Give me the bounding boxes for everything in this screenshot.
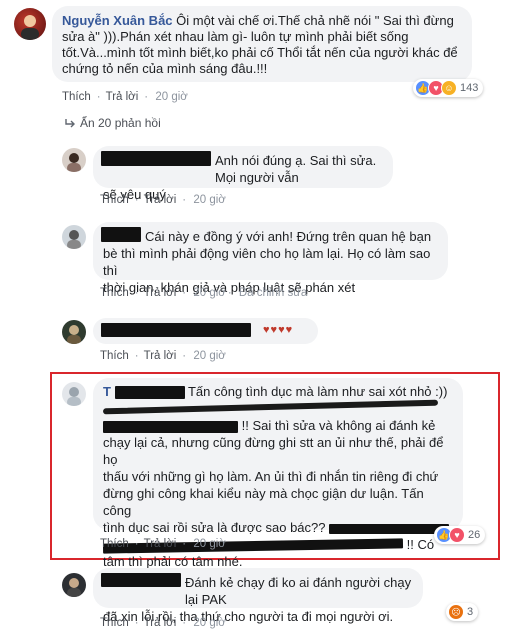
reply-bubble-3: ♥♥♥♥ [93, 318, 318, 344]
reply-arrow-icon [65, 119, 75, 128]
avatar-reply-1[interactable] [62, 148, 86, 172]
profile-photo-icon [67, 153, 81, 172]
love-icon: ♥ [449, 527, 465, 543]
profile-photo-icon [67, 325, 81, 344]
reply-text: Đánh kẻ chạy đi ko ai đánh người chạy lạ… [185, 575, 412, 607]
like-button[interactable]: Thích [100, 538, 129, 550]
comment-text-line: sửa à" ))).Phán xét nhau làm gì- luôn tự… [62, 29, 409, 44]
timestamp[interactable]: 20 giờ [193, 350, 225, 362]
redacted-text [101, 323, 251, 337]
reply-bubble-4: T Tấn công tình dục mà làm như sai xót n… [93, 378, 463, 569]
reply-button[interactable]: Trả lời [144, 287, 177, 299]
reply-text: Tấn công tình dục mà làm như sai xót nhỏ… [187, 384, 448, 399]
reply-bubble-1: Anh nói đúng ạ. Sai thì sửa. Mọi người v… [93, 146, 393, 202]
reaction-count: 26 [468, 529, 481, 541]
hide-replies-link[interactable]: Ẩn 20 phản hồi [64, 116, 161, 130]
reply-text: thấu với những gì họ làm. An ủi thì đi n… [103, 469, 439, 484]
reaction-count: 3 [467, 606, 474, 618]
redacted-text [103, 420, 238, 433]
reply-button[interactable]: Trả lời [144, 194, 177, 206]
reply-button[interactable]: Trả lời [144, 350, 177, 362]
timestamp[interactable]: 20 giờ [155, 91, 187, 103]
timestamp[interactable]: 20 giờ [193, 287, 225, 299]
comment-author[interactable]: Nguyễn Xuân Bắc [62, 13, 173, 28]
reaction-summary[interactable]: 👍 ♥ 26 [434, 526, 486, 544]
reply-text: !! Có [406, 537, 435, 552]
avatar-reply-5[interactable] [62, 573, 86, 597]
timestamp[interactable]: 20 giờ [193, 194, 225, 206]
redacted-name [114, 386, 185, 400]
main-comment-actions: Thích · Trả lời · 20 giờ [62, 91, 188, 103]
reply-text: Anh nói đúng ạ. Sai thì sửa. Mọi người v… [215, 153, 377, 185]
reply-actions-4: Thích · Trả lời · 20 giờ [100, 538, 226, 550]
reply-text: bè thì mình phải động viên cho họ làm lạ… [103, 246, 431, 278]
reaction-summary[interactable]: 👍 ♥ ☺ 143 [413, 79, 484, 97]
reply-text: tình dục sai rồi sửa là được sao bác?? [103, 520, 326, 535]
like-button[interactable]: Thích [100, 350, 129, 362]
like-button[interactable]: Thích [62, 91, 91, 103]
reply-button[interactable]: Trả lời [144, 538, 177, 550]
haha-icon: ☺ [441, 80, 457, 96]
edited-label[interactable]: Đã chỉnh sửa [239, 287, 307, 299]
reply-text: chạy lại cả, nhưng cũng đừng ghi stt an … [103, 435, 444, 467]
reaction-summary[interactable]: ☹ 3 [446, 603, 479, 621]
profile-photo-icon [67, 387, 81, 406]
timestamp[interactable]: 20 giờ [193, 617, 225, 629]
redacted-text [329, 523, 450, 534]
avatar-main[interactable] [14, 8, 46, 40]
like-button[interactable]: Thích [100, 287, 129, 299]
reply-actions-2: Thích · Trả lời · 20 giờ · Đã chỉnh sửa [100, 287, 308, 299]
reply-bubble-2: Cái này e đồng ý với anh! Đứng trên quan… [93, 222, 448, 295]
reply-text: Cái này e đồng ý với anh! Đứng trên quan… [145, 229, 432, 244]
reply-actions-3: Thích · Trả lời · 20 giờ [100, 350, 226, 362]
scribbled-text [102, 399, 439, 415]
reply-button[interactable]: Trả lời [144, 617, 177, 629]
profile-photo-icon [21, 15, 39, 40]
like-button[interactable]: Thích [100, 617, 129, 629]
reply-button[interactable]: Trả lời [106, 91, 139, 103]
heart-emoji: ♥♥♥♥ [263, 324, 294, 336]
reply-actions-5: Thích · Trả lời · 20 giờ [100, 617, 226, 629]
timestamp[interactable]: 20 giờ [193, 538, 225, 550]
comment-text-line: chứng tỏ nến của mình sáng đâu.!!! [62, 61, 268, 76]
reaction-count: 143 [460, 82, 479, 94]
avatar-reply-2[interactable] [62, 225, 86, 249]
redacted-name [101, 227, 141, 242]
comment-text-line: Ôi một vài chế ơi.Thế chả nhẽ nói " Sai … [176, 13, 454, 28]
reply-text: đừng ghi công khai kiểu này mà chọc giận… [103, 486, 424, 518]
profile-photo-icon [67, 578, 81, 597]
comment-text-line: tốt.Và...mình tốt mình biết,ko phải cố T… [62, 45, 458, 60]
redacted-name [101, 573, 181, 587]
profile-photo-icon [67, 230, 81, 249]
like-button[interactable]: Thích [100, 194, 129, 206]
reply-bubble-5: Đánh kẻ chạy đi ko ai đánh người chạy lạ… [93, 568, 423, 624]
reply-actions-1: Thích · Trả lời · 20 giờ [100, 194, 226, 206]
angry-icon: ☹ [448, 604, 464, 620]
avatar-reply-4[interactable] [62, 382, 86, 406]
reply-text: !! Sai thì sửa và không ai đánh kẻ [241, 418, 436, 433]
redacted-name [101, 151, 211, 166]
hide-replies-label: Ẩn 20 phản hồi [80, 116, 161, 130]
avatar-reply-3[interactable] [62, 320, 86, 344]
main-comment-bubble: Nguyễn Xuân Bắc Ôi một vài chế ơi.Thế ch… [52, 6, 472, 82]
